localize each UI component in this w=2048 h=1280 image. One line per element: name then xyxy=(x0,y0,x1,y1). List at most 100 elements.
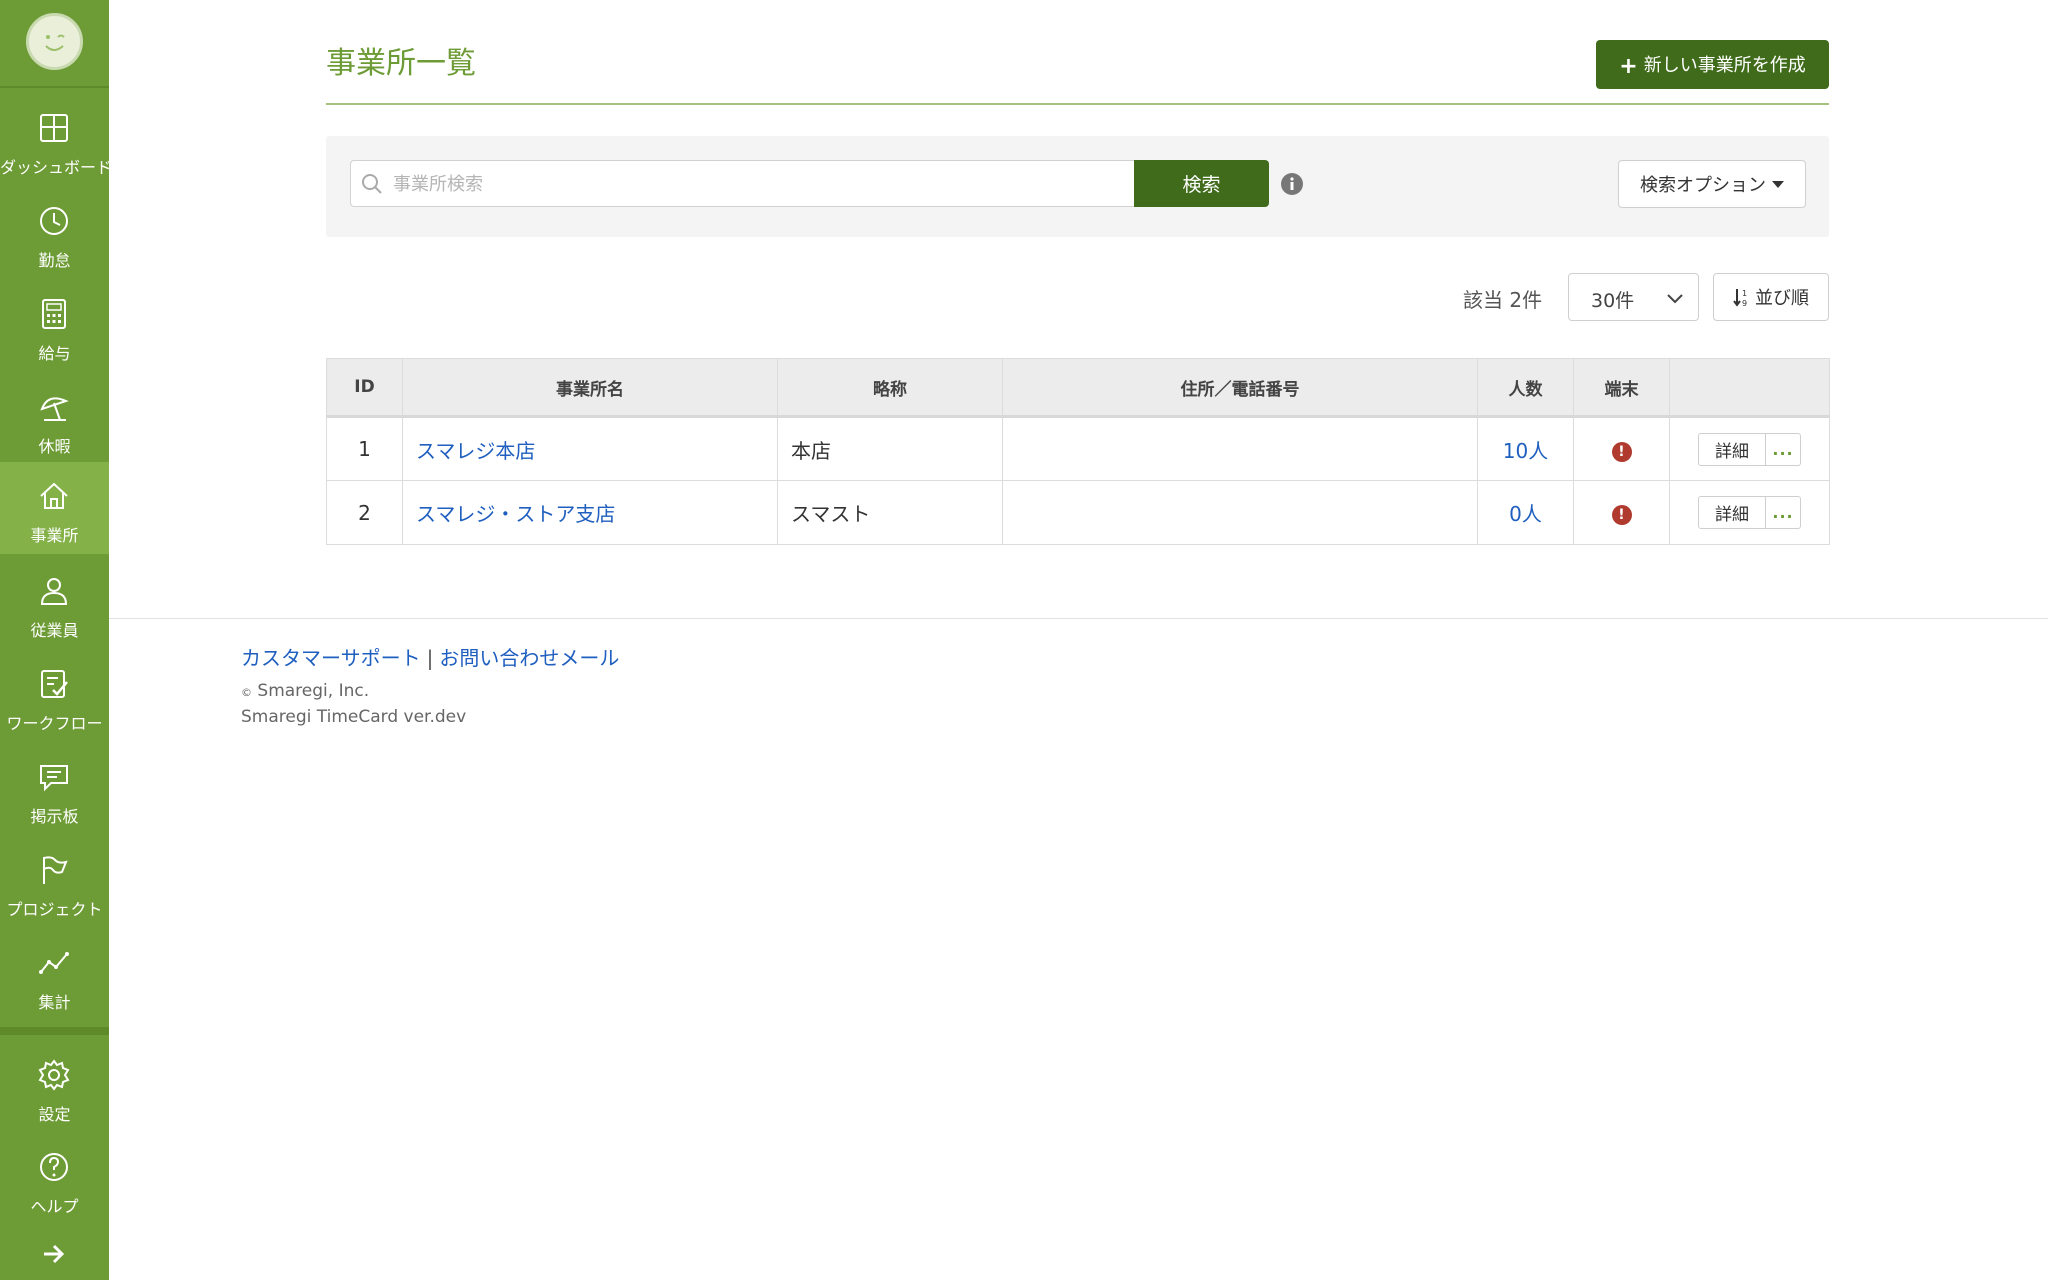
sidebar-item-label: 集計 xyxy=(38,993,71,1012)
col-header-id[interactable]: ID xyxy=(326,358,403,418)
cell-id: 1 xyxy=(326,416,403,481)
sidebar-item-label: 休暇 xyxy=(38,437,71,456)
flag-icon xyxy=(43,856,68,884)
search-options-label: 検索オプション xyxy=(1640,175,1766,196)
search-input[interactable] xyxy=(393,169,1113,199)
create-office-label: 新しい事業所を作成 xyxy=(1643,54,1806,76)
svg-text:9: 9 xyxy=(1742,299,1747,307)
sidebar-item-label: 掲示板 xyxy=(30,807,79,826)
sidebar-item-board[interactable]: 掲示板 xyxy=(0,743,109,835)
line-chart-icon xyxy=(39,952,69,974)
sidebar-item-settings[interactable]: 設定 xyxy=(0,1041,109,1133)
cell-terminal: ! xyxy=(1573,416,1670,481)
clock-icon xyxy=(40,207,68,235)
contact-mail-link[interactable]: お問い合わせメール xyxy=(439,646,619,670)
col-header-abbr[interactable]: 略称 xyxy=(777,358,1003,418)
plus-icon: + xyxy=(1619,53,1638,79)
avatar[interactable] xyxy=(26,13,83,70)
calculator-icon xyxy=(42,299,66,329)
sidebar-logo[interactable] xyxy=(0,0,109,88)
result-count: 該当 2件 xyxy=(1463,288,1543,312)
office-name-link[interactable]: スマレジ・ストア支店 xyxy=(416,502,615,526)
dashboard-icon xyxy=(40,114,68,142)
cell-address xyxy=(1002,416,1478,481)
checklist-icon xyxy=(41,670,68,698)
more-options-button[interactable]: ... xyxy=(1766,496,1801,529)
sidebar-divider xyxy=(0,1027,109,1035)
alert-icon[interactable]: ! xyxy=(1611,441,1632,462)
copyright-text: Smaregi, Inc. xyxy=(257,681,370,701)
alert-icon[interactable]: ! xyxy=(1611,505,1632,525)
search-button[interactable]: 検索 xyxy=(1134,160,1269,207)
cell-id: 2 xyxy=(326,480,403,545)
offices-table: ID 事業所名 略称 住所／電話番号 人数 端末 1 スマレジ本店 本店 10人… xyxy=(326,358,1830,545)
sidebar-item-label: 給与 xyxy=(38,344,71,363)
info-icon[interactable] xyxy=(1280,172,1304,196)
search-panel: 検索 検索オプション xyxy=(326,136,1829,237)
employee-count-link[interactable]: 0人 xyxy=(1509,502,1542,526)
sidebar-item-workflow[interactable]: ワークフロー xyxy=(0,650,109,742)
more-options-button[interactable]: ... xyxy=(1766,432,1801,466)
footer-links: カスタマーサポート | お問い合わせメール xyxy=(241,642,619,671)
col-header-address[interactable]: 住所／電話番号 xyxy=(1002,358,1478,418)
cell-actions: 詳細 ... xyxy=(1669,480,1830,545)
table-row: 2 スマレジ・ストア支店 スマスト 0人 ! 詳細 ... xyxy=(326,480,1830,545)
sidebar-item-vacation[interactable]: 休暇 xyxy=(0,373,109,465)
footer-separator: | xyxy=(426,646,434,670)
page-title: 事業所一覧 xyxy=(326,46,476,81)
sidebar: ダッシュボード 勤怠 給与 休暇 事業所 従業員 ワークフロー 掲示板 プロジェ… xyxy=(0,0,113,1280)
cell-name: スマレジ・ストア支店 xyxy=(402,480,778,545)
cell-name: スマレジ本店 xyxy=(402,416,778,481)
sidebar-item-label: 勤怠 xyxy=(38,251,71,270)
sort-icon: 1 9 xyxy=(1733,289,1747,308)
sidebar-item-offices[interactable]: 事業所 xyxy=(0,462,109,554)
per-page-select[interactable]: 30件 xyxy=(1568,273,1699,321)
sidebar-item-payroll[interactable]: 給与 xyxy=(0,280,109,372)
row-action-group: 詳細 ... xyxy=(1698,496,1801,529)
per-page-value: 30件 xyxy=(1591,290,1635,312)
sidebar-item-project[interactable]: プロジェクト xyxy=(0,836,109,928)
chevron-down-icon xyxy=(1667,294,1683,304)
sidebar-item-employees[interactable]: 従業員 xyxy=(0,557,109,649)
col-header-count[interactable]: 人数 xyxy=(1477,358,1574,418)
smile-icon xyxy=(45,34,65,51)
detail-button[interactable]: 詳細 xyxy=(1698,432,1766,466)
row-action-group: 詳細 ... xyxy=(1698,432,1801,466)
col-header-name[interactable]: 事業所名 xyxy=(402,358,778,418)
search-field xyxy=(350,160,1134,207)
col-header-terminal[interactable]: 端末 xyxy=(1573,358,1670,418)
sort-label: 並び順 xyxy=(1755,288,1809,309)
gear-icon xyxy=(38,1059,70,1091)
employee-count-link[interactable]: 10人 xyxy=(1503,439,1548,463)
detail-button[interactable]: 詳細 xyxy=(1698,496,1766,529)
sidebar-item-label: ワークフロー xyxy=(6,714,103,733)
home-icon xyxy=(40,482,68,509)
customer-support-link[interactable]: カスタマーサポート xyxy=(241,646,421,670)
sidebar-item-attendance[interactable]: 勤怠 xyxy=(0,187,109,279)
caret-down-icon xyxy=(1772,181,1784,188)
cell-actions: 詳細 ... xyxy=(1669,416,1830,481)
footer: カスタマーサポート | お問い合わせメール © Smaregi, Inc. Smar… xyxy=(241,642,619,727)
version-text: Smaregi TimeCard ver.dev xyxy=(241,707,467,727)
sidebar-item-label: プロジェクト xyxy=(6,900,103,919)
sort-button[interactable]: 1 9 並び順 xyxy=(1713,273,1829,321)
cell-abbr: スマスト xyxy=(777,480,1003,545)
copyright-mark: © xyxy=(241,686,252,699)
create-office-button[interactable]: + 新しい事業所を作成 xyxy=(1596,40,1829,89)
copyright: © Smaregi, Inc. xyxy=(241,681,619,701)
sidebar-item-reports[interactable]: 集計 xyxy=(0,929,109,1021)
title-divider xyxy=(326,103,1829,105)
sidebar-item-label: ダッシュボード xyxy=(0,158,113,177)
search-icon xyxy=(362,174,382,194)
sidebar-item-label: 従業員 xyxy=(30,621,79,640)
sidebar-item-label: ヘルプ xyxy=(30,1197,79,1216)
help-icon xyxy=(40,1153,68,1181)
sidebar-item-help[interactable]: ヘルプ xyxy=(0,1133,109,1225)
search-options-button[interactable]: 検索オプション xyxy=(1618,160,1806,208)
beach-umbrella-icon xyxy=(40,397,69,421)
sidebar-item-label: 設定 xyxy=(38,1105,71,1124)
expand-arrow-icon[interactable] xyxy=(40,1242,68,1266)
office-name-link[interactable]: スマレジ本店 xyxy=(416,439,535,463)
sidebar-item-dashboard[interactable]: ダッシュボード xyxy=(0,94,113,186)
person-icon xyxy=(40,578,68,605)
